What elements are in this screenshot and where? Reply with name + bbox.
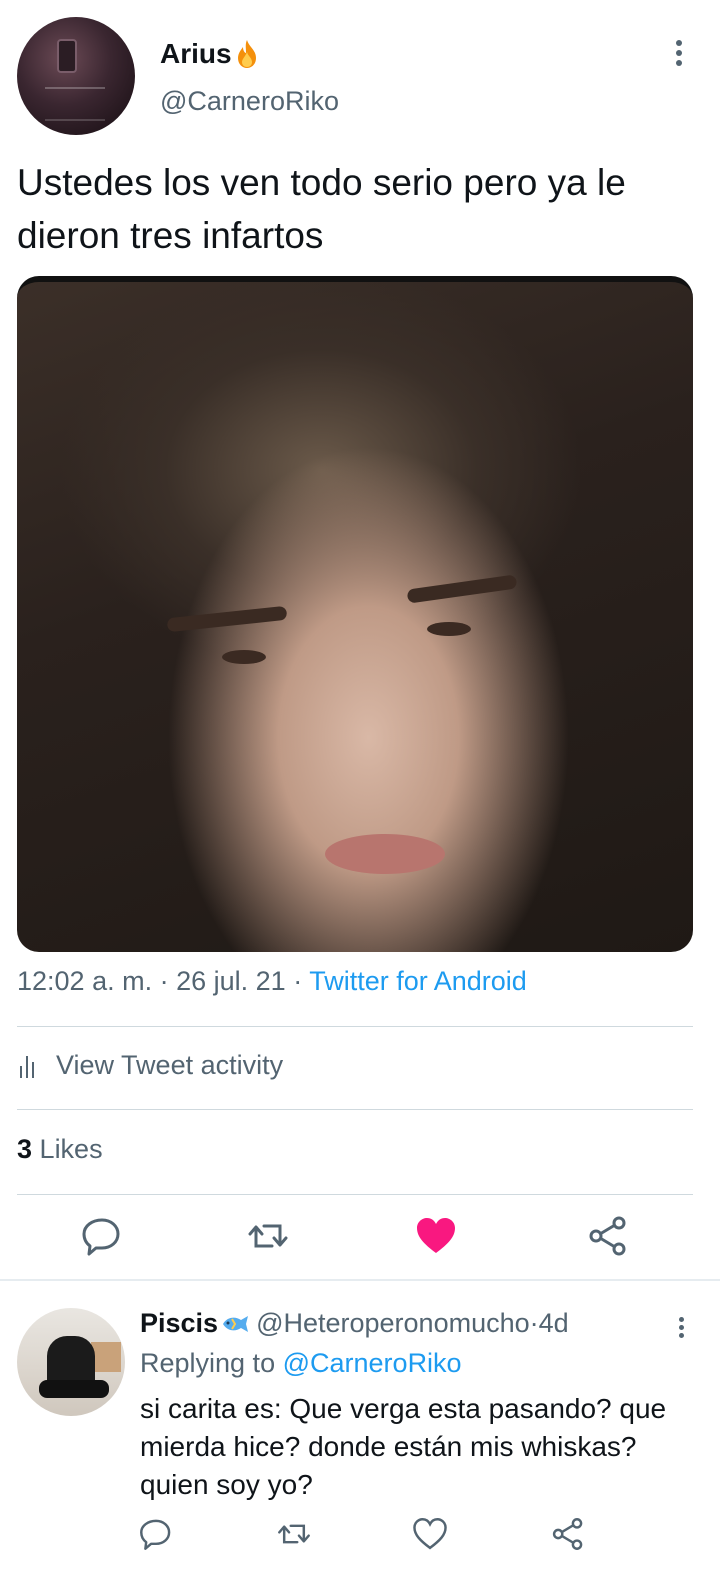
author-avatar[interactable] bbox=[17, 17, 135, 135]
reply-header: Piscis @Heteroperonomucho · 4d bbox=[140, 1308, 569, 1339]
meta-separator: · bbox=[285, 966, 310, 996]
tweet-meta: 12:02 a. m. · 26 jul. 21 · Twitter for A… bbox=[17, 966, 527, 997]
reply-age: 4d bbox=[538, 1308, 569, 1338]
author-handle[interactable]: @CarneroRiko bbox=[160, 86, 339, 117]
avatar-hoodie-print bbox=[45, 87, 105, 121]
fire-emoji-icon bbox=[234, 39, 260, 69]
meta-separator: · bbox=[152, 966, 177, 996]
likes-summary[interactable]: 3 Likes bbox=[17, 1134, 103, 1165]
tweet-source-link[interactable]: Twitter for Android bbox=[309, 966, 527, 996]
reply-author-name[interactable]: Piscis bbox=[140, 1308, 218, 1339]
section-divider bbox=[0, 1279, 720, 1281]
reply-icon[interactable] bbox=[138, 1516, 174, 1552]
photo-left-eye bbox=[222, 650, 266, 664]
reply-action-bar bbox=[0, 1510, 720, 1560]
photo-right-eye bbox=[427, 622, 471, 636]
divider bbox=[17, 1109, 693, 1110]
photo-lips bbox=[325, 834, 445, 874]
activity-label: View Tweet activity bbox=[56, 1050, 284, 1080]
retweet-icon[interactable] bbox=[246, 1214, 290, 1258]
tweet-text: Ustedes los ven todo serio pero ya le di… bbox=[17, 162, 626, 256]
replying-to-label: Replying to bbox=[140, 1348, 276, 1378]
heart-filled-icon[interactable] bbox=[414, 1214, 458, 1258]
share-icon[interactable] bbox=[550, 1516, 586, 1552]
reply-text: si carita es: Que verga esta pasando? qu… bbox=[140, 1393, 667, 1500]
tweet-photo[interactable] bbox=[17, 276, 693, 952]
tweet-time: 12:02 a. m. bbox=[17, 966, 153, 996]
more-options-icon[interactable] bbox=[664, 36, 694, 72]
view-tweet-activity-button[interactable]: View Tweet activity bbox=[20, 1050, 283, 1081]
tweet-date: 26 jul. 21 bbox=[176, 966, 286, 996]
avatar-phone-shape bbox=[57, 39, 77, 73]
reply-more-options-icon[interactable] bbox=[672, 1314, 690, 1344]
tweet-action-bar bbox=[0, 1200, 720, 1278]
heart-outline-icon[interactable] bbox=[412, 1516, 448, 1552]
analytics-bars-icon bbox=[20, 1054, 46, 1078]
share-icon[interactable] bbox=[586, 1214, 630, 1258]
replying-to-line: Replying to @CarneroRiko bbox=[140, 1348, 462, 1379]
likes-label: Likes bbox=[39, 1134, 103, 1164]
divider bbox=[17, 1194, 693, 1195]
avatar-box-shape bbox=[91, 1342, 121, 1372]
reply-separator: · bbox=[529, 1308, 539, 1338]
reply-author-avatar[interactable] bbox=[17, 1308, 125, 1416]
photo-right-brow bbox=[406, 574, 518, 604]
photo-left-brow bbox=[166, 605, 288, 633]
likes-count: 3 bbox=[17, 1134, 33, 1164]
reply-icon[interactable] bbox=[80, 1214, 124, 1258]
replying-to-handle[interactable]: @CarneroRiko bbox=[283, 1348, 462, 1378]
divider bbox=[17, 1026, 693, 1027]
fish-emoji-icon bbox=[220, 1313, 250, 1335]
retweet-icon[interactable] bbox=[276, 1516, 312, 1552]
reply-author-handle[interactable]: @Heteroperonomucho bbox=[256, 1308, 530, 1339]
author-name-row[interactable]: Arius bbox=[160, 38, 260, 70]
author-name[interactable]: Arius bbox=[160, 38, 232, 70]
avatar-legs-shape bbox=[39, 1380, 109, 1398]
